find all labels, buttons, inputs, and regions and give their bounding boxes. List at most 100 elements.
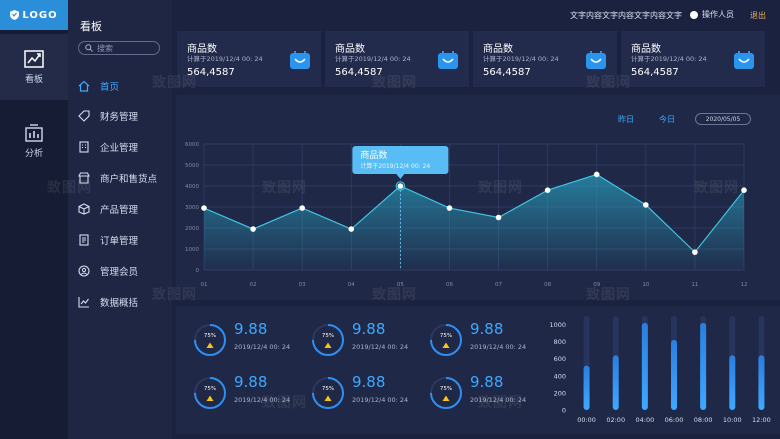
nav-item-orders[interactable]: 订单管理 <box>78 232 138 248</box>
data-point[interactable] <box>446 205 453 211</box>
watermark: 致图网 <box>372 75 417 91</box>
data-point[interactable] <box>741 187 747 193</box>
y-tick-label: 2000 <box>185 226 199 232</box>
gauge-widget: 75% 9.88 2019/12/4 00: 24 <box>428 320 526 358</box>
x-tick-label: 10 <box>642 282 649 288</box>
area-chart: 010002000300040005000600001 02 03 04 05 06 07 0… <box>185 142 748 288</box>
gauge-ring <box>194 377 226 409</box>
tag-icon <box>78 110 90 122</box>
card-subtitle: 计算于2019/12/4 00: 24 <box>335 55 411 63</box>
nav-item-label: 管理会员 <box>100 267 139 278</box>
member-icon <box>78 265 90 277</box>
date-picker[interactable]: 2020/05/05 <box>695 113 751 125</box>
data-point[interactable] <box>643 202 649 208</box>
gauge-date: 2019/12/4 00: 24 <box>234 343 291 351</box>
bar[interactable] <box>641 322 648 410</box>
x-tick-label: 06 <box>446 282 453 288</box>
card-subtitle: 计算于2019/12/4 00: 24 <box>483 55 559 63</box>
x-tick-label: 03 <box>299 282 306 288</box>
x-tick-label: 08 <box>544 282 551 288</box>
logo[interactable]: LOGO <box>0 0 68 30</box>
bar[interactable] <box>758 355 765 410</box>
gauge-percent: 75% <box>321 333 335 339</box>
tab-today[interactable]: 今日 <box>659 114 675 125</box>
order-icon <box>79 234 89 246</box>
operator-info[interactable]: 操作人员 <box>690 9 734 20</box>
bar-chart-icon <box>25 123 43 142</box>
gauge-percent: 75% <box>439 386 453 392</box>
nav-item-label: 财务管理 <box>100 112 139 123</box>
rail-item-dashboard[interactable]: 看板 <box>0 34 68 100</box>
search-input[interactable] <box>97 43 157 53</box>
gauge-date: 2019/12/4 00: 24 <box>470 343 527 351</box>
bar[interactable] <box>700 322 707 410</box>
search-box[interactable] <box>78 41 160 55</box>
gauge-widget: 75% 9.88 2019/12/4 00: 24 <box>428 373 526 411</box>
data-point[interactable] <box>593 171 600 178</box>
warning-icon <box>442 395 450 401</box>
nav-item-label: 商户和售货点 <box>100 174 158 185</box>
tab-yesterday[interactable]: 昨日 <box>618 114 634 125</box>
y-tick-label: 600 <box>554 355 566 363</box>
nav-item-data-summary[interactable]: 数据概括 <box>78 294 138 310</box>
data-point[interactable] <box>250 226 256 232</box>
nav-item-products[interactable]: 产品管理 <box>78 201 138 217</box>
data-point[interactable] <box>397 183 404 189</box>
stat-card: 商品数 计算于2019/12/4 00: 24 564,4587 <box>177 31 321 87</box>
bar[interactable] <box>583 365 590 410</box>
building-icon <box>79 141 89 153</box>
home-icon <box>78 80 90 92</box>
data-point[interactable] <box>692 249 698 255</box>
x-tick-label: 02:00 <box>606 416 625 424</box>
rail-item-label: 分析 <box>24 148 43 159</box>
topbar-text: 文字内容文字内容文字内容文字 <box>570 11 682 20</box>
operator-name: 操作人员 <box>702 10 734 19</box>
nav-item-enterprise[interactable]: 企业管理 <box>78 139 138 155</box>
nav-item-home[interactable]: 首页 <box>78 78 119 94</box>
y-tick-label: 200 <box>554 389 566 397</box>
rail-item-analysis[interactable]: 分析 <box>0 108 68 174</box>
shopping-bag-icon <box>438 51 458 69</box>
tooltip-subtitle: 计算于2019/12/4 00: 24 <box>360 162 430 170</box>
gauge-value: 9.88 <box>470 373 504 391</box>
gauge-value: 9.88 <box>352 373 386 391</box>
data-point[interactable] <box>495 214 502 221</box>
side-nav: 看板 首页 财务管理 企业管理 商户和售货点 产品管理 订单管理 管理会员 数据… <box>68 0 172 439</box>
bar[interactable] <box>729 355 736 410</box>
gauge-ring <box>430 324 462 356</box>
nav-item-label: 数据概括 <box>100 298 139 309</box>
warning-icon <box>206 395 214 401</box>
gauge-widget: 75% 9.88 2019/12/4 00: 24 <box>310 320 408 358</box>
data-point[interactable] <box>544 187 551 193</box>
data-point[interactable] <box>348 226 355 232</box>
x-tick-label: 07 <box>495 282 502 288</box>
shopping-bag-icon <box>290 51 310 69</box>
watermark: 致图网 <box>152 75 197 91</box>
user-avatar-dot <box>690 10 698 19</box>
nav-item-members[interactable]: 管理会员 <box>78 263 138 279</box>
bar-chart: 0 200 400 600 800 1000 00:00 02:00 04:00 06:00 08:… <box>549 316 771 424</box>
shield-icon <box>10 10 20 20</box>
x-tick-label: 06:00 <box>665 416 684 424</box>
data-point[interactable] <box>201 205 207 211</box>
nav-item-finance[interactable]: 财务管理 <box>78 108 138 124</box>
logout-button[interactable]: 退出 <box>750 10 766 21</box>
y-tick-label: 5000 <box>185 163 199 169</box>
watermark: 致图网 <box>372 287 417 303</box>
watermark: 致图网 <box>47 180 92 196</box>
gauge-ring <box>312 324 344 356</box>
gauge-value: 9.88 <box>470 320 504 338</box>
chart-tooltip: 商品数计算于2019/12/4 00: 24 <box>352 146 449 179</box>
bar[interactable] <box>612 355 619 410</box>
y-tick-label: 1000 <box>185 247 199 253</box>
gauge-widget: 75% 9.88 2019/12/4 00: 24 <box>310 373 408 411</box>
x-tick-label: 12:00 <box>752 416 771 424</box>
x-tick-label: 00:00 <box>577 416 596 424</box>
shopping-bag-icon <box>734 51 754 69</box>
bar[interactable] <box>671 339 677 410</box>
gauge-value: 9.88 <box>352 320 386 338</box>
gauge-date: 2019/12/4 00: 24 <box>352 396 409 404</box>
gauge-percent: 75% <box>203 386 217 392</box>
box-icon <box>78 203 90 215</box>
data-point[interactable] <box>299 205 305 211</box>
